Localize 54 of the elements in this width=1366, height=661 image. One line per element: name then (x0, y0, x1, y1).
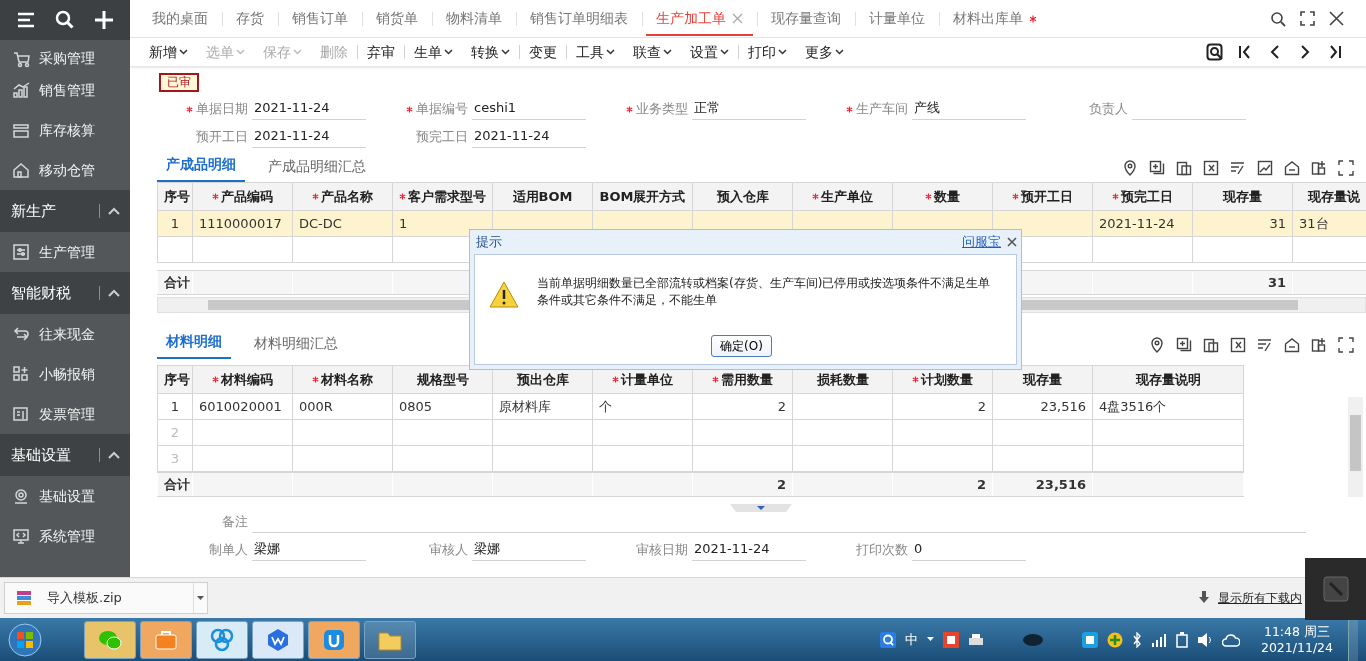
sidebar-label: 基础设置 (39, 486, 95, 506)
field-label: 制单人 (209, 541, 248, 559)
table-cell: DC-DC (292, 210, 393, 237)
table-cell: 0805 (392, 393, 493, 420)
field-label: 单据日期 (196, 100, 248, 118)
group-label: 新生产 (11, 200, 56, 222)
row-number: 3 (157, 445, 193, 472)
sidebar-label: 生产管理 (39, 242, 95, 262)
field-label: 生产车间 (856, 100, 908, 118)
total-value: 2 (692, 472, 793, 497)
table-cell: 4盘3516个 (1092, 393, 1244, 420)
field-label: 单据编号 (416, 100, 468, 118)
table-cell: 6010020001 (192, 393, 293, 420)
row-number: 1 (157, 210, 193, 237)
sidebar-label: 发票管理 (39, 404, 95, 424)
row-number: 2 (157, 419, 193, 446)
sidebar-label: 销售管理 (39, 80, 95, 100)
field-label: 业务类型 (636, 100, 688, 118)
sidebar-label: 库存核算 (39, 120, 95, 140)
total-label: 合计 (157, 270, 193, 295)
status-badge: 已审 (159, 73, 199, 92)
total-label: 合计 (157, 472, 193, 497)
row-number: 1 (157, 393, 193, 420)
table-cell: 23,516 (992, 393, 1093, 420)
table-cell: 2 (892, 393, 993, 420)
clock-date: 2021/11/24 (1260, 639, 1333, 656)
clock-time: 11:48 周三 (1262, 623, 1331, 640)
sidebar-label: 采购管理 (39, 48, 95, 68)
table-cell: 1110000017 (192, 210, 293, 237)
sidebar-label: 系统管理 (39, 526, 95, 546)
field-label: 审核日期 (636, 541, 688, 559)
table-cell: 31 (1192, 210, 1293, 237)
table-cell: 2021-11-24 (1092, 210, 1193, 237)
field-label: 打印次数 (856, 541, 908, 559)
file-name: 导入模板.zip (47, 589, 122, 608)
table-cell: 2 (692, 393, 793, 420)
field-label: 负责人 (1089, 100, 1128, 118)
group-label: 智能财税 (11, 282, 71, 304)
table-cell: 个 (592, 393, 693, 420)
table-cell: 31台 (1292, 210, 1366, 237)
dialog-message: 当前单据明细数量已全部流转或档案(存货、生产车间)已停用或按选项条件不满足生单条件或其它条件不满足，不能生单 (537, 275, 992, 309)
sidebar-label: 移动仓管 (39, 160, 95, 180)
table-cell: 000R (292, 393, 393, 420)
table-cell: 原材料库 (492, 393, 593, 420)
total-value: 2 (892, 472, 993, 497)
total-value: 23,516 (992, 472, 1093, 497)
group-label: 基础设置 (11, 444, 71, 466)
sidebar-label: 往来现金 (39, 324, 95, 344)
total-value: 31 (1192, 270, 1293, 295)
field-label: 审核人 (429, 541, 468, 559)
field-label: 预完工日 (416, 128, 468, 146)
sidebar-label: 小畅报销 (39, 364, 95, 384)
field-label: 预开工日 (196, 128, 248, 146)
field-label: 备注 (222, 513, 248, 531)
